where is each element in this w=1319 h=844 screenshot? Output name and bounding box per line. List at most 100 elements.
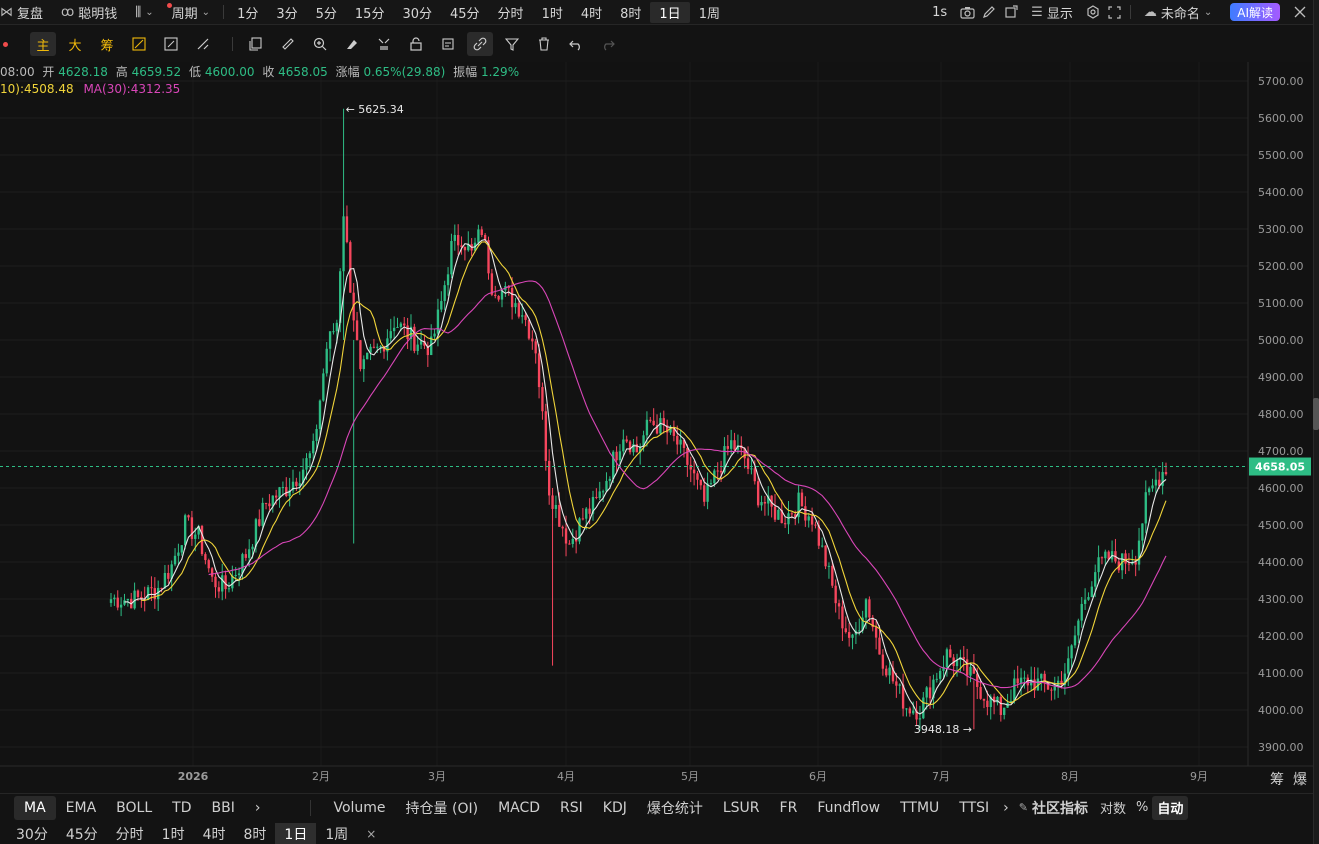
indicator-liquidation[interactable]: 爆仓统计 [637,796,713,820]
indicator-ma[interactable]: MA [14,795,56,820]
tf-8h[interactable]: 8时 [611,0,650,25]
open-value: 4628.18 [58,65,108,79]
ray-icon[interactable] [158,32,184,56]
eraser-icon[interactable] [339,32,365,56]
candle-body [133,590,136,609]
tf-timeline[interactable]: 分时 [489,0,533,25]
indicator-macd[interactable]: MACD [488,796,550,820]
main-chart-button[interactable]: 主 [30,32,56,56]
big-order-button[interactable]: 大 [62,32,88,56]
scrollbar-handle[interactable] [1313,398,1319,430]
candle-body [150,587,153,589]
tf-bottom-timeline[interactable]: 分时 [107,823,153,844]
lock-icon[interactable] [403,32,429,56]
indicator-boll[interactable]: BOLL [106,796,162,820]
tf-bottom-1w[interactable]: 1周 [316,823,357,844]
edit-icon[interactable] [978,0,1000,25]
indicator-fundflow[interactable]: Fundflow [807,796,890,820]
indicator-ttsi[interactable]: TTSI [949,796,999,820]
tf-45m[interactable]: 45分 [441,0,489,25]
y-tick-label: 5300.00 [1258,223,1304,236]
indicator-lsur[interactable]: LSUR [713,796,770,820]
tf-5m[interactable]: 5分 [307,0,346,25]
auto-scale-toggle[interactable]: 自动 [1152,795,1189,820]
candle-body [1040,673,1043,679]
note-icon[interactable] [435,32,461,56]
camera-icon[interactable] [956,0,978,25]
fullscreen-icon[interactable] [1104,0,1126,25]
indicator-bbi[interactable]: BBI [202,796,245,820]
tf-bottom-45m[interactable]: 45分 [57,823,107,844]
settings-icon[interactable] [1082,0,1104,25]
tf-3m[interactable]: 3分 [267,0,306,25]
candle-body [389,331,392,339]
candle-body [183,515,187,546]
candle-body [1060,680,1063,686]
tf-bottom-1h[interactable]: 1时 [153,823,194,844]
tf-15m[interactable]: 15分 [346,0,394,25]
replay-button[interactable]: ⋈ 复盘 [0,0,52,25]
tf-bottom-30m[interactable]: 30分 [0,823,57,844]
ruler-icon[interactable] [275,32,301,56]
tf-bottom-8h[interactable]: 8时 [235,823,276,844]
layout-dropdown[interactable]: ☁ 未命名 ⌄ [1135,0,1221,25]
chevron-right-icon[interactable]: › [245,796,271,820]
chevron-right-icon[interactable]: › [999,796,1013,820]
redo-icon[interactable] [595,32,621,56]
tf-4h[interactable]: 4时 [572,0,611,25]
y-tick-label: 4500.00 [1258,519,1304,532]
magnet-icon[interactable] [371,32,397,56]
indicator-ttmu[interactable]: TTMU [890,796,949,820]
candle-body [760,502,763,506]
indicator-volume[interactable]: Volume [323,796,395,820]
indicator-fr[interactable]: FR [770,796,808,820]
tf-1w[interactable]: 1周 [690,0,729,25]
candlestick-chart[interactable]: 5700.00 5600.00 5500.00 5400.00 5300.00 5200.… [0,62,1313,790]
indicator-td[interactable]: TD [162,796,201,820]
x-tick-label: 9月 [1190,770,1208,783]
candle-body [328,331,332,349]
close-icon[interactable]: × [357,823,385,844]
link-icon[interactable] [467,32,493,56]
candle-body [163,572,167,589]
candle-body [241,554,244,574]
log-scale-toggle[interactable]: 对数 [1094,796,1132,820]
community-indicators-button[interactable]: ✎ 社区指标 [1013,796,1094,820]
undo-icon[interactable] [563,32,589,56]
amplitude-value: 1.29% [480,65,520,79]
trend-line-icon[interactable] [126,32,152,56]
period-dropdown[interactable]: 周期 ⌄ [163,0,219,25]
candle-body [874,627,878,638]
close-icon[interactable] [1289,0,1311,25]
candle-body [787,513,790,525]
display-button[interactable]: ☰ 显示 [1022,0,1082,25]
filter-icon[interactable] [499,32,525,56]
draw-tool-icon[interactable] [190,32,216,56]
tf-1h[interactable]: 1时 [533,0,572,25]
chip-button[interactable]: 筹 [94,32,120,56]
y-tick-label: 5500.00 [1258,149,1304,162]
percent-scale-toggle[interactable]: % [1132,796,1152,820]
indicator-kdj[interactable]: KDJ [593,796,637,820]
candle-body [585,508,588,519]
tf-1d[interactable]: 1日 [650,1,690,23]
tf-bottom-1d[interactable]: 1日 [275,823,317,844]
candle-body [571,538,574,544]
refresh-interval[interactable]: 1s [923,0,956,25]
tf-bottom-4h[interactable]: 4时 [194,823,235,844]
candle-body [783,523,787,525]
indicator-oi[interactable]: 持仓量 (OI) [396,796,489,820]
indicator-ema[interactable]: EMA [56,796,107,820]
indicator-rsi[interactable]: RSI [550,796,593,820]
candle-body [399,323,403,327]
tf-30m[interactable]: 30分 [393,0,441,25]
new-window-icon[interactable] [1000,0,1022,25]
smart-money-button[interactable]: ꝏ 聪明钱 [52,0,173,25]
tf-1m[interactable]: 1分 [228,0,267,25]
zoom-icon[interactable] [307,32,333,56]
candle-body [234,575,237,577]
trash-icon[interactable] [531,32,557,56]
copy-icon[interactable] [243,32,269,56]
compare-button[interactable]: ⫼ ⌄ [126,0,162,25]
ai-analysis-button[interactable]: AI解读 [1221,0,1289,25]
